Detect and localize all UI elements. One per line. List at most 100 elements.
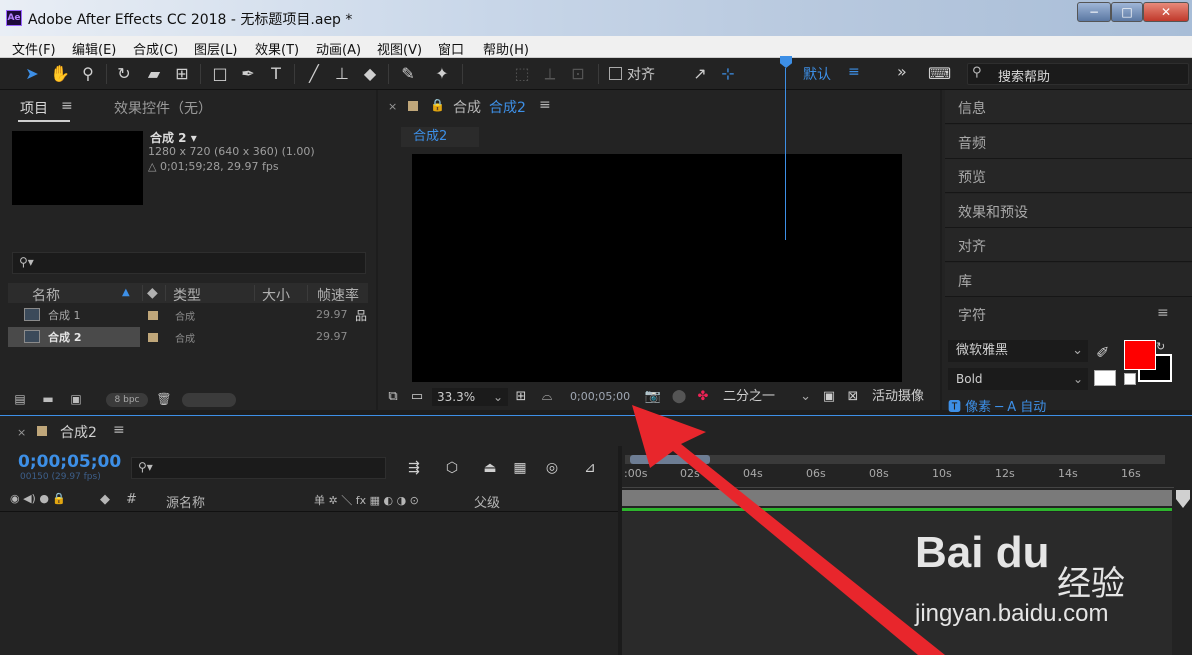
close-tab-icon[interactable]: × xyxy=(17,426,26,439)
black-white-swatch[interactable] xyxy=(1094,370,1116,386)
label-color-swatch[interactable] xyxy=(148,311,158,320)
no-fill-swatch[interactable] xyxy=(1124,373,1136,385)
tab-effect-controls[interactable]: 效果控件（无） xyxy=(114,98,212,118)
layer-switch-icons[interactable]: 单 ✲ ＼ fx ▦ ◐ ◑ ⊙ xyxy=(314,492,419,508)
rectangle-tool-icon[interactable]: □ xyxy=(210,64,230,84)
horizontal-scrollbar[interactable] xyxy=(182,393,236,407)
column-parent[interactable]: 父级 xyxy=(474,492,500,511)
local-axis-icon[interactable]: ⬚ xyxy=(512,64,532,84)
panel-audio[interactable]: 音频 xyxy=(945,125,1192,159)
flowchart-icon[interactable]: 品 xyxy=(355,307,367,324)
panel-character[interactable]: 字符 ≡ xyxy=(945,297,1192,331)
project-item-row-selected[interactable]: 合成 2 合成 29.97 xyxy=(8,327,368,347)
hand-tool-icon[interactable]: ✋ xyxy=(50,64,70,84)
menu-window[interactable]: 窗口 xyxy=(438,39,464,58)
maximize-button[interactable]: □ xyxy=(1111,2,1143,22)
selection-tool-icon[interactable]: ➤ xyxy=(22,64,42,84)
composition-navigator-chip[interactable]: 合成2 xyxy=(401,127,479,147)
menu-file[interactable]: 文件(F) xyxy=(12,39,56,58)
new-folder-icon[interactable]: ▬ xyxy=(40,392,56,406)
grid-guides-icon[interactable]: ⊞ xyxy=(512,389,530,405)
timeline-vertical-scrollbar[interactable] xyxy=(1174,490,1192,655)
trash-icon[interactable]: 🗑 xyxy=(156,392,172,406)
project-item-row[interactable]: 合成 1 合成 29.97 品 xyxy=(8,305,368,325)
menu-layer[interactable]: 图层(L) xyxy=(194,39,237,58)
character-panel-menu-icon[interactable]: ≡ xyxy=(1157,305,1169,321)
composition-panel-menu-icon[interactable]: ≡ xyxy=(539,97,551,113)
panel-info[interactable]: 信息 xyxy=(945,90,1192,124)
font-size-row[interactable]: 🆃 像素 ─ A 自动 xyxy=(948,396,1046,415)
layer-list[interactable] xyxy=(0,512,618,655)
work-area-bar[interactable] xyxy=(622,490,1172,506)
time-navigator-handle[interactable] xyxy=(630,455,710,464)
timeline-search-input[interactable]: ⚲▾ xyxy=(131,457,386,479)
panel-align[interactable]: 对齐 xyxy=(945,228,1192,262)
composition-viewer[interactable] xyxy=(412,154,902,382)
composition-tab-name[interactable]: 合成2 xyxy=(489,97,526,117)
draft-3d-icon[interactable]: ⬡ xyxy=(442,460,462,478)
time-ruler[interactable]: :00s 02s 04s 06s 08s 10s 12s 14s 16s xyxy=(622,466,1174,488)
sort-ascending-icon[interactable]: ▲ xyxy=(122,287,130,298)
lock-icon[interactable]: 🔒 xyxy=(430,98,445,112)
column-type[interactable]: 类型 xyxy=(173,285,201,305)
monitor-icon[interactable]: ▭ xyxy=(408,389,426,405)
keyboard-icon[interactable]: ⌨ xyxy=(928,64,951,84)
tab-project[interactable]: 项目 xyxy=(20,98,48,118)
timeline-current-time[interactable]: 0;00;05;00 xyxy=(18,452,121,472)
panel-effects-presets[interactable]: 效果和预设 xyxy=(945,194,1192,228)
magnification-dropdown[interactable]: 33.3% ⌄ xyxy=(432,388,508,406)
view-axis-icon[interactable]: ⊡ xyxy=(568,64,588,84)
av-switch-icons[interactable]: ◉ ◀) ● 🔒 xyxy=(10,492,66,505)
timeline-tab-name[interactable]: 合成2 xyxy=(60,422,97,442)
resolution-dropdown[interactable]: 二分之一 ⌄ xyxy=(723,388,813,406)
column-framerate[interactable]: 帧速率 xyxy=(317,285,359,305)
viewer-current-time[interactable]: 0;00;05;00 xyxy=(570,390,630,403)
eyedropper-icon[interactable]: ✐ xyxy=(1096,343,1109,362)
pen-tool-icon[interactable]: ✒ xyxy=(238,64,258,84)
camera-tool-icon[interactable]: ▰ xyxy=(144,64,164,84)
motion-blur-icon[interactable]: ◎ xyxy=(542,460,562,478)
help-search-input[interactable]: ⚲ 搜索帮助 xyxy=(967,63,1189,85)
menu-effect[interactable]: 效果(T) xyxy=(255,39,299,58)
workspace-more-icon[interactable]: » xyxy=(897,62,907,81)
label-color-swatch[interactable] xyxy=(148,333,158,342)
mask-visibility-icon[interactable]: ⌓ xyxy=(538,389,556,405)
interpret-footage-icon[interactable]: ▤ xyxy=(12,392,28,406)
zoom-tool-icon[interactable]: ⚲ xyxy=(78,64,98,84)
timeline-panel-menu-icon[interactable]: ≡ xyxy=(113,422,125,438)
label-tag-icon[interactable]: ◆ xyxy=(147,285,158,301)
minimize-button[interactable]: − xyxy=(1077,2,1111,22)
panel-libraries[interactable]: 库 xyxy=(945,263,1192,297)
comp-info-name[interactable]: 合成 2 ▾ xyxy=(150,129,197,146)
menu-view[interactable]: 视图(V) xyxy=(377,39,422,58)
column-number[interactable]: # xyxy=(126,492,137,507)
eraser-tool-icon[interactable]: ◆ xyxy=(360,64,380,84)
composition-mini-flowchart-icon[interactable]: ⇶ xyxy=(404,460,424,478)
fill-color-swatch[interactable] xyxy=(1124,340,1156,370)
region-of-interest-icon[interactable]: ▣ xyxy=(820,389,838,405)
type-tool-icon[interactable]: T xyxy=(266,64,286,84)
always-preview-icon[interactable]: ⧉ xyxy=(384,389,402,405)
column-size[interactable]: 大小 xyxy=(262,285,290,305)
frame-blending-icon[interactable]: ▦ xyxy=(510,460,530,478)
snap-options-icon[interactable]: ⊹ xyxy=(718,64,738,84)
graph-editor-icon[interactable]: ⊿ xyxy=(580,460,600,478)
column-name[interactable]: 名称 xyxy=(32,285,60,305)
menu-edit[interactable]: 编辑(E) xyxy=(72,39,116,58)
workspace-default[interactable]: 默认 xyxy=(803,64,831,84)
camera-view-dropdown[interactable]: 活动摄像 xyxy=(872,388,940,406)
puppet-tool-icon[interactable]: ✦ xyxy=(432,64,452,84)
font-style-dropdown[interactable]: Bold ⌄ xyxy=(948,368,1088,390)
channel-rgb-icon[interactable]: ✤ xyxy=(694,389,712,405)
pan-behind-tool-icon[interactable]: ⊞ xyxy=(172,64,192,84)
workspace-menu-icon[interactable]: ≡ xyxy=(848,64,860,80)
font-family-dropdown[interactable]: 微软雅黑 ⌄ xyxy=(948,340,1088,362)
new-composition-icon[interactable]: ▣ xyxy=(68,392,84,406)
hide-shy-layers-icon[interactable]: ⏏ xyxy=(480,460,500,478)
snapshot-camera-icon[interactable]: 📷 xyxy=(644,389,662,405)
panel-preview[interactable]: 预览 xyxy=(945,159,1192,193)
close-button[interactable]: ✕ xyxy=(1143,2,1189,22)
rotate-tool-icon[interactable]: ↻ xyxy=(114,64,134,84)
align-checkbox[interactable] xyxy=(609,67,622,80)
close-tab-icon[interactable]: × xyxy=(388,100,397,113)
